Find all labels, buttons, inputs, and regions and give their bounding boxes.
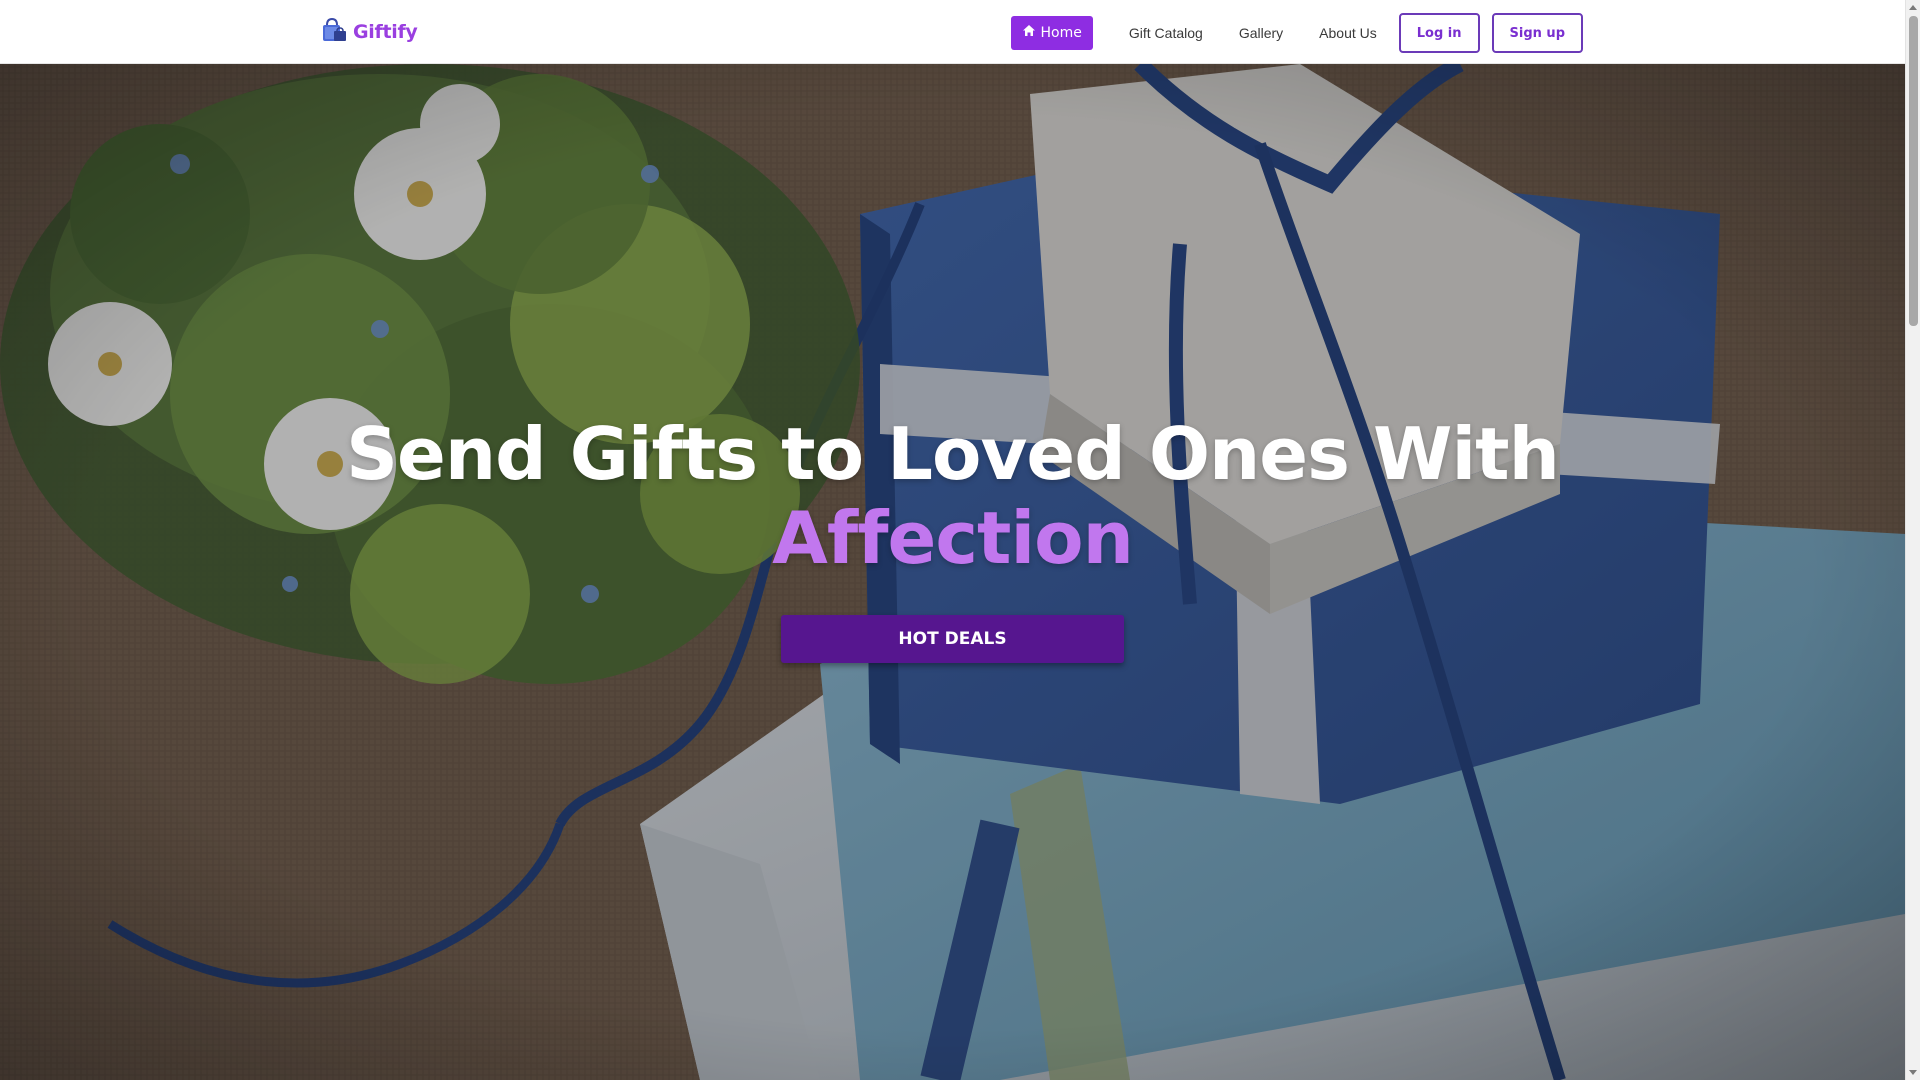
home-icon — [1022, 16, 1036, 50]
brand-logo[interactable]: Giftify — [320, 17, 418, 48]
hero-section: Send Gifts to Loved Ones With Affection … — [0, 64, 1905, 1080]
nav-gift-catalog[interactable]: Gift Catalog — [1129, 16, 1203, 50]
main-nav: Home Gift Catalog Gallery About Us Log i… — [1010, 13, 1583, 53]
signup-button[interactable]: Sign up — [1491, 13, 1583, 53]
hot-deals-button[interactable]: HOT DEALS — [781, 615, 1124, 663]
scroll-thumb[interactable] — [1909, 16, 1918, 326]
shopping-bag-icon — [320, 17, 348, 48]
nav-about-us[interactable]: About Us — [1319, 16, 1377, 50]
hero-title: Send Gifts to Loved Ones With Affection — [0, 412, 1905, 580]
nav-gallery[interactable]: Gallery — [1239, 16, 1283, 50]
scroll-up-arrow-icon[interactable] — [1909, 5, 1917, 10]
page-scrollbar[interactable] — [1905, 0, 1920, 1080]
nav-home-label: Home — [1040, 25, 1082, 41]
hero-title-line1: Send Gifts to Loved Ones With — [346, 412, 1560, 496]
hero-title-accent: Affection — [772, 496, 1134, 580]
nav-home[interactable]: Home — [1010, 16, 1093, 50]
brand-name: Giftify — [353, 21, 418, 43]
login-button[interactable]: Log in — [1398, 13, 1480, 53]
top-navbar: Giftify Home Gift Catalog Gallery About … — [0, 0, 1905, 64]
scroll-down-arrow-icon[interactable] — [1909, 1070, 1917, 1075]
